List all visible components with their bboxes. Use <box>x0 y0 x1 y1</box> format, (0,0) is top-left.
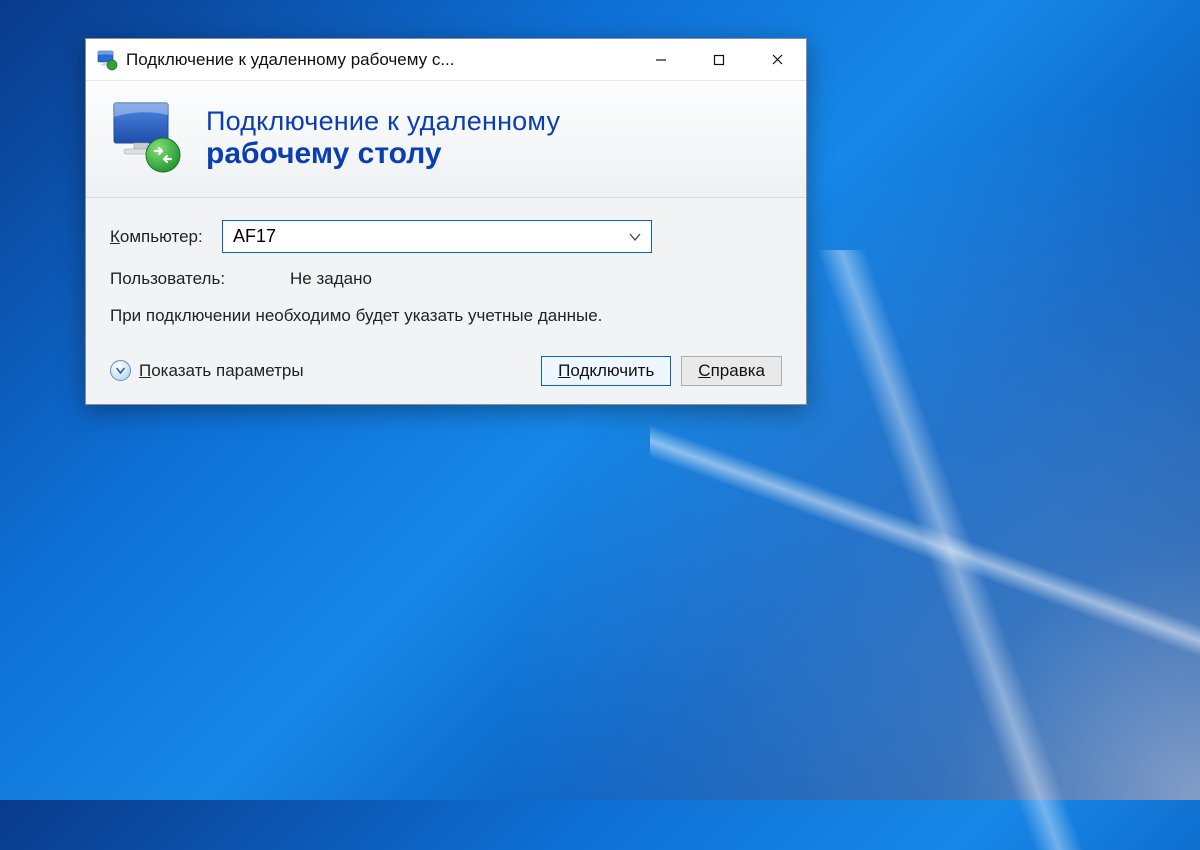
banner-title-line1: Подключение к удаленному <box>206 106 560 137</box>
rdp-window: Подключение к удаленному рабочему с... <box>85 38 807 405</box>
chevron-down-icon[interactable] <box>619 230 651 244</box>
titlebar[interactable]: Подключение к удаленному рабочему с... <box>86 39 806 81</box>
banner-title-line2: рабочему столу <box>206 137 560 171</box>
window-title: Подключение к удаленному рабочему с... <box>126 50 632 70</box>
user-value: Не задано <box>290 269 372 289</box>
computer-combobox[interactable] <box>222 220 652 253</box>
expand-down-icon <box>110 360 131 381</box>
minimize-button[interactable] <box>632 39 690 80</box>
maximize-button[interactable] <box>690 39 748 80</box>
credentials-info: При подключении необходимо будет указать… <box>110 305 630 328</box>
computer-input[interactable] <box>223 221 619 252</box>
banner: Подключение к удаленному рабочему столу <box>86 81 806 198</box>
rdp-banner-icon <box>108 99 186 177</box>
close-button[interactable] <box>748 39 806 80</box>
connect-button[interactable]: Подключить <box>541 356 671 386</box>
computer-label: Компьютер: <box>110 227 222 247</box>
rdp-app-icon <box>96 49 118 71</box>
user-label: Пользователь: <box>110 269 260 289</box>
help-button[interactable]: Справка <box>681 356 782 386</box>
dialog-body: Компьютер: Пользователь: Не задано При п… <box>86 198 806 404</box>
show-options-toggle[interactable]: Показать параметры <box>110 360 304 381</box>
